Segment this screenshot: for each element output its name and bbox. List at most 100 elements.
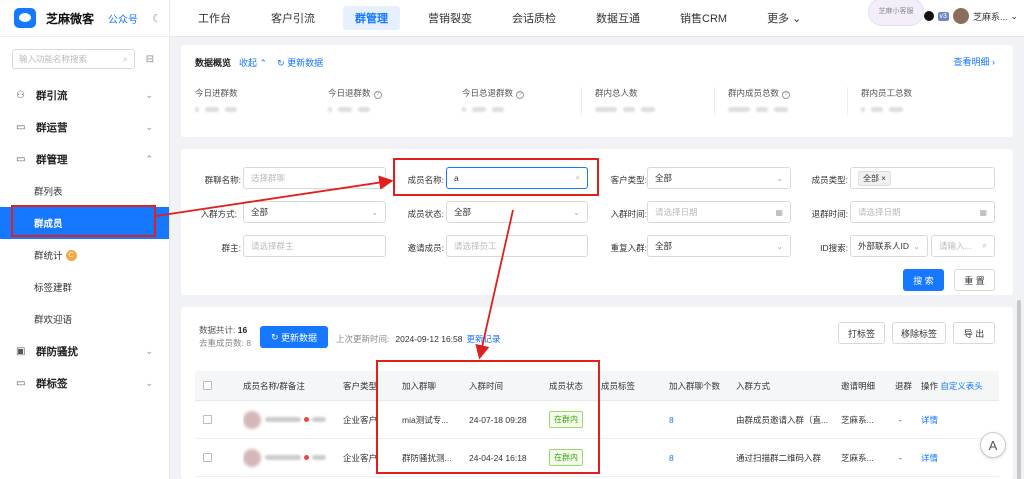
customer-type-select[interactable]: 全部 ⌄	[647, 167, 791, 189]
col-join-method: 入群方式	[736, 380, 771, 391]
table-row: 企业客户 群防骚扰测... 24-04-24 16:18 在群内 8 通过扫描群…	[195, 439, 999, 477]
inviter-select[interactable]: 请选择员工	[446, 235, 588, 257]
tag-button[interactable]: 打标签	[838, 322, 885, 344]
id-search-input[interactable]: 请输入... ⌕	[931, 235, 995, 257]
group-count-link[interactable]: 8	[669, 401, 674, 438]
collapse-menu-icon[interactable]: ⊟	[143, 54, 157, 65]
detail-link[interactable]: 详情	[921, 439, 938, 476]
group-count-link[interactable]: 8	[669, 439, 674, 476]
group-name-select[interactable]: 选择群聊	[243, 167, 386, 189]
owner-select[interactable]: 请选择群主	[243, 235, 386, 257]
refresh-icon: ↻	[270, 331, 279, 342]
select-all-checkbox[interactable]	[203, 381, 212, 390]
sidebar-item-welcome[interactable]: 群欢迎语	[0, 303, 169, 335]
row-checkbox[interactable]	[203, 415, 212, 424]
user-area[interactable]: v3 芝麻系... ⌄	[923, 8, 1018, 24]
join-method-select[interactable]: 全部 ⌄	[243, 201, 386, 223]
nav-marketing[interactable]: 营销裂变	[416, 6, 484, 30]
help-float-button[interactable]: A	[980, 432, 1006, 458]
nav-more[interactable]: 更多 ⌄	[755, 6, 813, 30]
search-button[interactable]: 搜 索	[903, 269, 944, 291]
label-customer-type: 客户类型:	[610, 175, 647, 185]
help-icon[interactable]: ?	[516, 91, 525, 99]
chat-icon: ▭	[16, 377, 26, 389]
help-icon[interactable]: ?	[373, 91, 382, 99]
chevron-down-icon: ⌄	[792, 12, 802, 25]
public-account-link[interactable]: 公众号	[108, 11, 138, 26]
nav-sales-crm[interactable]: 销售CRM	[668, 6, 739, 30]
chevron-down-icon: ⌄	[913, 241, 920, 251]
status-badge: 在群内	[549, 449, 583, 466]
col-invite-detail: 邀请明细	[841, 380, 876, 391]
sidebar-group-anti-spam[interactable]: ▣ 群防骚扰 ⌄	[0, 335, 169, 367]
sidebar-group-operation[interactable]: ▭ 群运营 ⌄	[0, 111, 169, 143]
sidebar-group-traffic[interactable]: ⚇ 群引流 ⌄	[0, 79, 169, 111]
chat-icon: ▭	[16, 153, 26, 165]
chevron-down-icon: ⌄	[145, 377, 153, 388]
assistant-bubble[interactable]: 芝麻小客服	[868, 0, 924, 26]
member-status-select[interactable]: 全部 ⌄	[446, 201, 588, 223]
stat-today-join: 今日进群数	[195, 87, 328, 116]
last-update: 上次更新时间: 2024-09-12 16:58 更新记录	[336, 334, 501, 344]
sidebar-item-group-stats[interactable]: 群统计 C	[0, 239, 169, 271]
search-icon: ⌕	[123, 53, 128, 64]
total-count: 数据共计: 16	[199, 325, 248, 335]
nav-group-management[interactable]: 群管理	[343, 6, 400, 30]
custom-columns-link[interactable]: 自定义表头	[940, 380, 983, 392]
leave-time-picker[interactable]: 请选择日期 ▦	[850, 201, 995, 223]
col-join-time: 入群时间	[469, 380, 504, 391]
sidebar-group-tags[interactable]: ▭ 群标签 ⌄	[0, 367, 169, 399]
refresh-data-button[interactable]: ↻ 更新数据	[260, 326, 328, 348]
member-type-tag[interactable]: 全部 ×	[858, 170, 891, 186]
sidebar-search-input[interactable]: 输入功能名称搜索 ⌕	[12, 49, 135, 69]
update-log-link[interactable]: 更新记录	[467, 334, 501, 344]
export-button[interactable]: 导 出	[953, 322, 995, 344]
nav-data-sync[interactable]: 数据互通	[584, 6, 652, 30]
sidebar-group-management[interactable]: ▭ 群管理 ⌃	[0, 143, 169, 175]
top-nav: 工作台 客户引流 群管理 营销裂变 会话质检 数据互通 销售CRM 更多 ⌄ 芝…	[170, 0, 1024, 37]
refresh-data-link[interactable]: ↻ 更新数据	[277, 56, 323, 69]
user-plus-icon: ⚇	[16, 89, 25, 101]
overview-title: 数据概览	[195, 58, 232, 68]
refresh-icon: ↻	[277, 58, 285, 68]
chevron-down-icon: ⌄	[145, 121, 153, 132]
rejoin-select[interactable]: 全部 ⌄	[647, 235, 791, 257]
col-leave: 退群	[895, 380, 913, 391]
reset-button[interactable]: 重 置	[954, 269, 995, 291]
dedupe-count: 去重成员数: 8	[199, 338, 251, 348]
label-group-name: 群聊名称:	[204, 175, 241, 185]
chevron-down-icon: ⌄	[1010, 10, 1018, 21]
label-id-search: ID搜索:	[820, 243, 848, 253]
nav-workbench[interactable]: 工作台	[186, 6, 243, 30]
sidebar-item-group-list[interactable]: 群列表	[0, 175, 169, 207]
help-icon[interactable]: ?	[782, 91, 791, 99]
label-owner: 群主:	[221, 243, 241, 253]
nav-session-qc[interactable]: 会话质检	[500, 6, 568, 30]
member-name-input[interactable]: a ⌕	[446, 167, 588, 189]
sidebar-item-group-members[interactable]: 群成员	[0, 207, 169, 239]
chat-icon: ▭	[16, 121, 26, 133]
view-detail-link[interactable]: 查看明细 ›	[953, 55, 995, 68]
label-leave-time: 退群时间:	[811, 209, 848, 219]
stat-staff-total: 群内员工总数	[861, 87, 994, 116]
scrollbar[interactable]	[1017, 300, 1021, 479]
detail-link[interactable]: 详情	[921, 401, 938, 438]
chevron-down-icon: ⌄	[776, 173, 783, 183]
member-name-cell	[243, 401, 329, 438]
join-time-picker[interactable]: 请选择日期 ▦	[647, 201, 791, 223]
overview-card: 数据概览 收起 ⌃ ↻ 更新数据 查看明细 › 今日进群数 今日退群数? 今日总…	[181, 45, 1013, 137]
nav-customer-traffic[interactable]: 客户引流	[259, 6, 327, 30]
sidebar-item-tag-group[interactable]: 标签建群	[0, 271, 169, 303]
member-type-select[interactable]: 全部 ×	[850, 167, 995, 189]
moon-icon[interactable]: ☾	[152, 12, 162, 25]
member-name-cell	[243, 439, 329, 476]
user-name: 芝麻系...	[972, 11, 1008, 22]
id-type-select[interactable]: 外部联系人ID ⌄	[850, 235, 928, 257]
collapse-link[interactable]: 收起 ⌃	[239, 56, 267, 69]
row-checkbox[interactable]	[203, 453, 212, 462]
avatar[interactable]	[952, 8, 969, 24]
remove-tag-button[interactable]: 移除标签	[892, 322, 946, 344]
col-customer-type: 客户类型	[343, 380, 377, 391]
crown-badge-icon: C	[65, 249, 77, 261]
label-rejoin: 重复入群:	[610, 243, 647, 253]
